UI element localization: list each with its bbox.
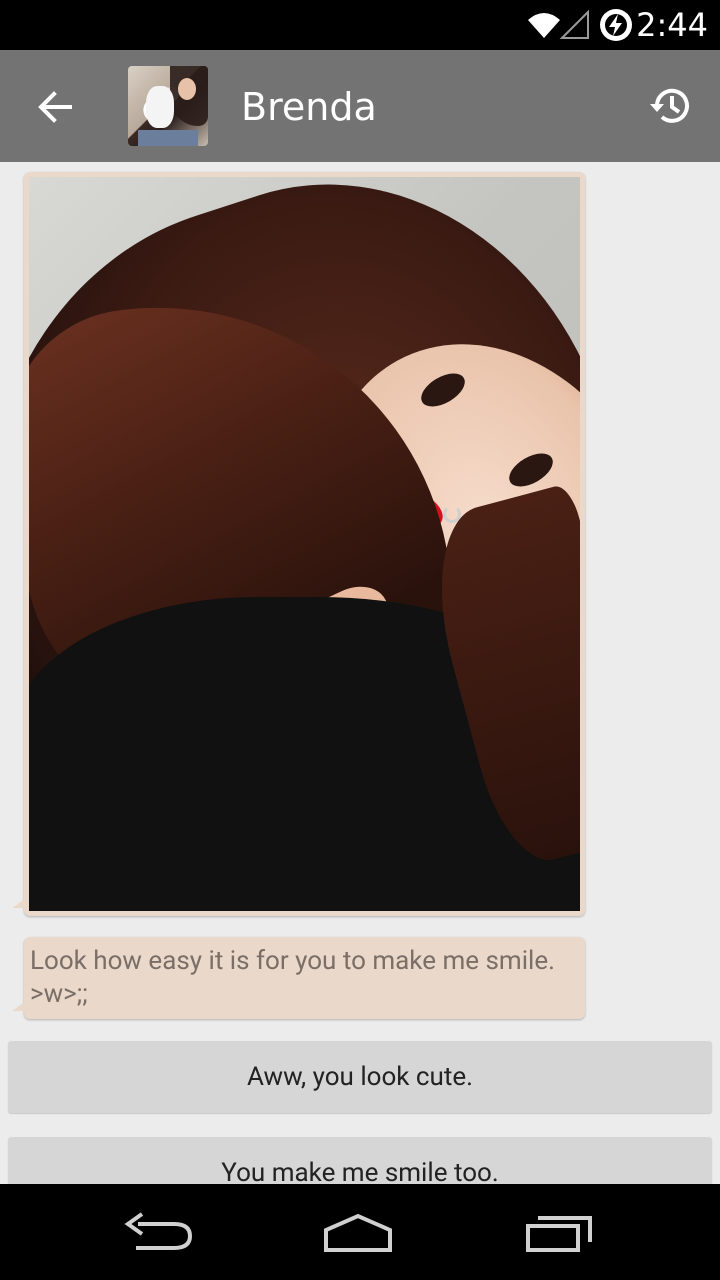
text-message-bubble[interactable]: Look how easy it is for you to make me s…: [12, 937, 585, 1019]
history-icon[interactable]: [648, 82, 696, 130]
back-arrow-icon[interactable]: [30, 82, 80, 132]
reply-option-2[interactable]: You make me smile too.: [8, 1137, 712, 1184]
contact-name: Brenda: [241, 85, 377, 129]
selfie-photo[interactable]: [29, 177, 580, 911]
conversation-area[interactable]: Look how easy it is for you to make me s…: [0, 162, 720, 1184]
home-nav-icon[interactable]: [320, 1210, 396, 1256]
action-bar: Brenda: [0, 50, 720, 162]
avatar[interactable]: [128, 66, 208, 146]
charging-icon: [600, 9, 632, 41]
back-nav-icon[interactable]: [122, 1210, 198, 1256]
wifi-icon: [528, 10, 589, 39]
message-text: Look how easy it is for you to make me s…: [30, 946, 556, 1009]
reply-option-1[interactable]: Aww, you look cute.: [8, 1041, 712, 1113]
phone-screen: 2:44 Brenda Look how easy it is for you …: [0, 0, 720, 1280]
image-message-bubble[interactable]: [12, 172, 585, 916]
recents-nav-icon[interactable]: [522, 1210, 598, 1256]
navigation-bar: [0, 1184, 720, 1280]
status-time: 2:44: [636, 6, 708, 44]
status-bar: 2:44: [0, 0, 720, 50]
